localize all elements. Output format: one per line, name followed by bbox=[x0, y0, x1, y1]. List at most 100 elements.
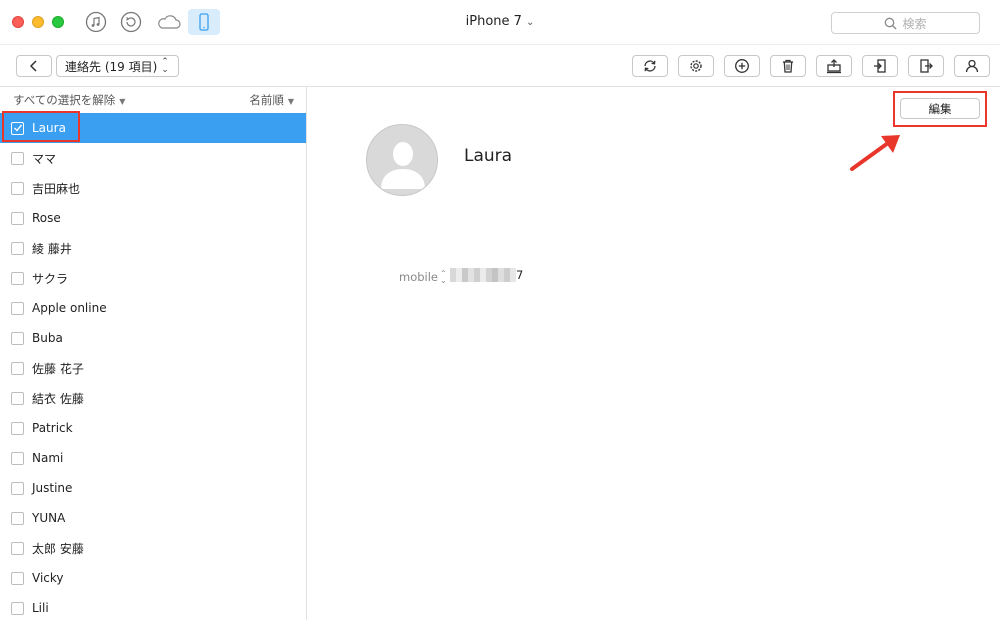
caret-down-icon: ▼ bbox=[287, 97, 294, 106]
contact-name-label: Apple online bbox=[32, 301, 107, 315]
contact-name-label: Nami bbox=[32, 451, 64, 465]
device-name: iPhone 7 bbox=[465, 14, 522, 29]
checkmark-icon bbox=[13, 124, 22, 132]
contact-name-label: 結衣 佐藤 bbox=[32, 391, 84, 406]
contact-checkbox[interactable] bbox=[11, 541, 24, 555]
contact-row[interactable]: ママ bbox=[0, 143, 306, 173]
contact-checkbox[interactable] bbox=[11, 451, 24, 465]
contact-row[interactable]: 太郎 安藤 bbox=[0, 533, 306, 563]
export-to-device-icon bbox=[965, 59, 979, 73]
contact-name-label: 佐藤 花子 bbox=[32, 361, 84, 376]
title-bar: iPhone 7 ⌄ 検索 bbox=[0, 0, 1000, 45]
contact-row[interactable]: Apple online bbox=[0, 293, 306, 323]
contact-name-label: ママ bbox=[32, 151, 57, 166]
contact-list: Laura ママ吉田麻也 Rose 綾 藤井サクラ Apple online Buba 佐藤… bbox=[0, 113, 306, 620]
export-to-computer-icon bbox=[827, 59, 841, 74]
contact-row[interactable]: Rose bbox=[0, 203, 306, 233]
contact-checkbox[interactable] bbox=[11, 421, 24, 435]
contact-row[interactable]: サクラ bbox=[0, 263, 306, 293]
contact-checkbox[interactable] bbox=[11, 391, 24, 405]
contact-row[interactable]: 吉田麻也 bbox=[0, 173, 306, 203]
contact-checkbox[interactable] bbox=[11, 481, 24, 495]
contact-row[interactable]: Nami bbox=[0, 443, 306, 473]
import-icon bbox=[874, 59, 886, 73]
chevron-down-icon: ⌄ bbox=[525, 17, 535, 28]
contact-name-label: Lili bbox=[32, 601, 49, 615]
contact-name-label: Laura bbox=[32, 121, 66, 135]
blurred-phone-digits bbox=[450, 268, 516, 282]
contact-name-label: Patrick bbox=[32, 421, 73, 435]
toolbar: 連絡先 (19 項目) ⌃ ⌄ bbox=[0, 45, 1000, 87]
contact-row[interactable]: Vicky bbox=[0, 563, 306, 593]
contact-row[interactable]: Buba bbox=[0, 323, 306, 353]
add-button[interactable] bbox=[724, 55, 760, 77]
refresh-button[interactable] bbox=[632, 55, 668, 77]
contact-checkbox[interactable] bbox=[11, 571, 24, 585]
search-input[interactable]: 検索 bbox=[831, 12, 980, 34]
category-select[interactable]: 連絡先 (19 項目) ⌃ ⌄ bbox=[56, 55, 179, 77]
contact-checkbox[interactable] bbox=[11, 151, 24, 165]
sidebar-header: すべての選択を解除 ▼ 名前順 ▼ bbox=[0, 87, 306, 113]
export-to-device-button[interactable] bbox=[954, 55, 990, 77]
export-to-computer-button[interactable] bbox=[816, 55, 852, 77]
add-icon bbox=[735, 59, 749, 73]
contact-row[interactable]: 佐藤 花子 bbox=[0, 353, 306, 383]
caret-down-icon: ▼ bbox=[119, 97, 126, 106]
import-button[interactable] bbox=[862, 55, 898, 77]
app-window: iPhone 7 ⌄ 検索 連絡先 (19 項目) ⌃ ⌄ すべての選択を解除 … bbox=[0, 0, 1000, 620]
avatar bbox=[366, 124, 438, 196]
person-silhouette-icon bbox=[367, 125, 437, 195]
deselect-all-button[interactable]: すべての選択を解除 ▼ bbox=[13, 92, 125, 108]
contact-checkbox[interactable] bbox=[11, 211, 24, 225]
export-button[interactable] bbox=[908, 55, 944, 77]
export-icon bbox=[920, 59, 933, 73]
contact-checkbox[interactable] bbox=[11, 511, 24, 525]
updown-chevron-icon: ⌃ ⌄ bbox=[440, 269, 447, 285]
back-button[interactable] bbox=[16, 55, 52, 77]
phone-type-label: mobile bbox=[399, 270, 439, 284]
contact-checkbox[interactable] bbox=[11, 301, 24, 315]
contact-checkbox[interactable] bbox=[11, 271, 24, 285]
settings-icon bbox=[690, 60, 702, 72]
contact-checkbox[interactable] bbox=[11, 331, 24, 345]
phone-visible-suffix: 7 bbox=[516, 268, 524, 282]
annotation-arrow bbox=[850, 135, 900, 171]
phone-type-select[interactable]: mobile ⌃ ⌄ bbox=[399, 269, 447, 285]
phone-number[interactable]: 7 bbox=[450, 267, 523, 283]
search-placeholder: 検索 bbox=[902, 16, 927, 31]
sort-button[interactable]: 名前順 ▼ bbox=[249, 92, 294, 108]
contact-name-label: 綾 藤井 bbox=[32, 241, 72, 256]
contact-name-label: Buba bbox=[32, 331, 63, 345]
category-label: 連絡先 (19 項目) bbox=[65, 59, 158, 74]
contact-name-label: Rose bbox=[32, 211, 61, 225]
chevron-left-icon bbox=[29, 60, 37, 72]
contact-row[interactable]: Lili bbox=[0, 593, 306, 620]
contact-checkbox[interactable] bbox=[11, 121, 24, 135]
refresh-icon bbox=[644, 60, 656, 72]
contact-name-label: YUNA bbox=[32, 511, 66, 525]
contact-name-label: 吉田麻也 bbox=[32, 181, 81, 196]
contact-name-label: Vicky bbox=[32, 571, 64, 585]
settings-button[interactable] bbox=[678, 55, 714, 77]
contact-name-label: サクラ bbox=[32, 271, 69, 286]
contact-checkbox[interactable] bbox=[11, 601, 24, 615]
contact-row[interactable]: Patrick bbox=[0, 413, 306, 443]
contact-checkbox[interactable] bbox=[11, 361, 24, 375]
delete-button[interactable] bbox=[770, 55, 806, 77]
contact-checkbox[interactable] bbox=[11, 241, 24, 255]
delete-icon bbox=[783, 59, 793, 73]
contact-row[interactable]: 綾 藤井 bbox=[0, 233, 306, 263]
contact-row[interactable]: Justine bbox=[0, 473, 306, 503]
contact-row[interactable]: YUNA bbox=[0, 503, 306, 533]
search-icon bbox=[885, 17, 897, 29]
contact-name-label: 太郎 安藤 bbox=[32, 541, 84, 556]
contact-row[interactable]: Laura bbox=[0, 113, 306, 143]
contact-name-label: Justine bbox=[32, 481, 73, 495]
contacts-sidebar: すべての選択を解除 ▼ 名前順 ▼ Laura ママ吉田麻也 Rose 綾 藤井サクラ Ap… bbox=[0, 87, 307, 620]
contact-name: Laura bbox=[464, 146, 513, 166]
contact-detail-pane: 編集 Laura mobile ⌃ ⌄ 7 bbox=[308, 87, 1000, 620]
contact-checkbox[interactable] bbox=[11, 181, 24, 195]
edit-button[interactable]: 編集 bbox=[900, 98, 980, 119]
contact-row[interactable]: 結衣 佐藤 bbox=[0, 383, 306, 413]
updown-chevron-icon: ⌃ ⌄ bbox=[161, 57, 169, 75]
